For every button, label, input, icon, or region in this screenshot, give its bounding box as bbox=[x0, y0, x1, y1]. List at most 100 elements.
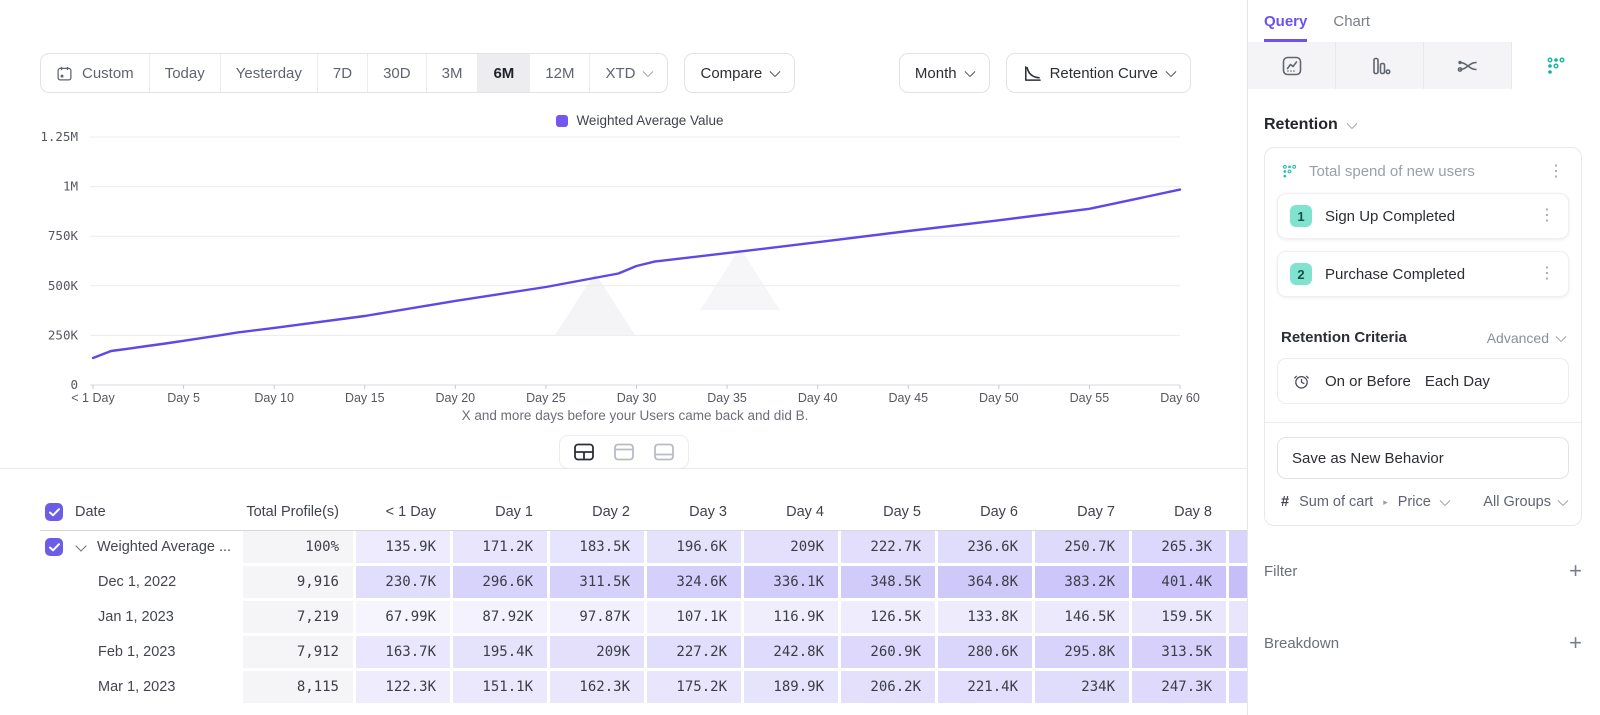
range-today[interactable]: Today bbox=[149, 54, 220, 92]
svg-text:0: 0 bbox=[70, 377, 78, 392]
range-6m[interactable]: 6M bbox=[477, 54, 529, 92]
flows-tab[interactable] bbox=[1424, 42, 1512, 89]
date-cell[interactable]: Weighted Average ... bbox=[40, 531, 240, 563]
calendar-icon bbox=[56, 65, 73, 82]
row-checkbox[interactable] bbox=[45, 538, 63, 556]
behavior-step-2[interactable]: 2Purchase Completed⋮ bbox=[1277, 251, 1569, 297]
chevron-down-icon bbox=[1346, 118, 1357, 129]
retention-value-cell: 209K bbox=[550, 636, 644, 668]
measure-property-dropdown[interactable]: # Sum of cart ▸ Price bbox=[1281, 494, 1449, 510]
save-as-new-behavior-button[interactable]: Save as New Behavior bbox=[1277, 437, 1569, 479]
svg-text:1M: 1M bbox=[63, 179, 78, 194]
retention-value-cell: 183.5K bbox=[550, 531, 644, 563]
add-filter-button[interactable]: + bbox=[1569, 560, 1582, 582]
tab-chart[interactable]: Chart bbox=[1333, 13, 1370, 42]
range-30d[interactable]: 30D bbox=[367, 54, 426, 92]
column-header: Day 4 bbox=[744, 494, 838, 530]
retention-value-cell: 227.2K bbox=[647, 636, 741, 668]
kebab-icon[interactable]: ⋮ bbox=[1536, 266, 1558, 282]
retention-curve-chart: 0250K500K750K1M1.25M< 1 DayDay 5Day 10Da… bbox=[10, 110, 1200, 430]
criteria-mode-label: Advanced bbox=[1487, 330, 1549, 346]
retention-value-cell: 162.3K bbox=[550, 671, 644, 703]
measure-label: Sum of cart bbox=[1299, 494, 1373, 510]
add-breakdown-button[interactable]: + bbox=[1569, 632, 1582, 654]
report-main-area: CustomTodayYesterday7D30D3M6M12MXTD Comp… bbox=[0, 0, 1247, 715]
date-cell[interactable]: Mar 1, 2023 bbox=[40, 671, 240, 703]
chart-type-button[interactable]: Retention Curve bbox=[1006, 53, 1191, 93]
tab-query[interactable]: Query bbox=[1264, 13, 1307, 42]
filter-section: Filter + bbox=[1264, 560, 1582, 582]
funnels-tab[interactable] bbox=[1336, 42, 1424, 89]
date-cell[interactable]: Feb 1, 2023 bbox=[40, 636, 240, 668]
kebab-icon[interactable]: ⋮ bbox=[1536, 208, 1558, 224]
criteria-period[interactable]: Each Day bbox=[1425, 373, 1490, 390]
svg-text:Day 35: Day 35 bbox=[707, 391, 747, 405]
layout-bottom-icon[interactable] bbox=[648, 439, 680, 465]
retention-tab[interactable] bbox=[1512, 42, 1600, 89]
behavior-title[interactable]: Total spend of new users bbox=[1309, 163, 1534, 180]
date-cell[interactable]: Jan 1, 2023 bbox=[40, 601, 240, 633]
criteria-row[interactable]: On or Before Each Day bbox=[1277, 358, 1569, 404]
breakdown-section: Breakdown + bbox=[1264, 632, 1582, 654]
chevron-down-icon[interactable] bbox=[75, 540, 86, 551]
chevron-down-icon bbox=[770, 66, 781, 77]
insights-tab[interactable] bbox=[1248, 42, 1336, 89]
retention-value-cell: 348.5K bbox=[841, 566, 935, 598]
row-checkbox[interactable] bbox=[45, 503, 63, 521]
total-profiles-cell: 9,916 bbox=[243, 566, 353, 598]
retention-value-cell: 221.4K bbox=[938, 671, 1032, 703]
behavior-step-1[interactable]: 1 Sign Up Completed ⋮ bbox=[1277, 193, 1569, 239]
retention-section-header[interactable]: Retention bbox=[1264, 116, 1582, 134]
range-3m[interactable]: 3M bbox=[426, 54, 478, 92]
total-profiles-cell: 8,115 bbox=[243, 671, 353, 703]
chevron-down-icon bbox=[1557, 495, 1568, 506]
step-label: Sign Up Completed bbox=[1325, 208, 1523, 225]
layout-top-icon[interactable] bbox=[608, 439, 640, 465]
svg-text:Day 45: Day 45 bbox=[888, 391, 928, 405]
granularity-button[interactable]: Month bbox=[899, 53, 990, 93]
clock-icon bbox=[1292, 372, 1311, 391]
kebab-icon[interactable]: ⋮ bbox=[1545, 164, 1567, 180]
criteria-condition[interactable]: On or Before bbox=[1325, 373, 1411, 390]
column-header: Day 6 bbox=[938, 494, 1032, 530]
weighted-average-line bbox=[93, 190, 1180, 358]
date-range-segmented-control: CustomTodayYesterday7D30D3M6M12MXTD bbox=[40, 53, 668, 93]
chevron-down-icon bbox=[1165, 66, 1176, 77]
retention-value-cell: 295.8K bbox=[1035, 636, 1129, 668]
svg-text:Day 5: Day 5 bbox=[167, 391, 200, 405]
compare-button[interactable]: Compare bbox=[684, 53, 795, 93]
date-cell[interactable]: Dec 1, 2022 bbox=[40, 566, 240, 598]
svg-text:X and more days before your Us: X and more days before your Users came b… bbox=[462, 408, 809, 423]
svg-text:< 1 Day: < 1 Day bbox=[71, 391, 115, 405]
retention-value-cell: 151.1K bbox=[453, 671, 547, 703]
breadcrumb-arrow-icon: ▸ bbox=[1383, 497, 1388, 508]
range-custom[interactable]: Custom bbox=[41, 54, 149, 92]
retention-value-cell-clipped bbox=[1229, 566, 1247, 598]
range-7d[interactable]: 7D bbox=[317, 54, 367, 92]
svg-text:1.25M: 1.25M bbox=[40, 129, 78, 144]
chevron-down-icon bbox=[1439, 495, 1450, 506]
group-dropdown[interactable]: All Groups bbox=[1483, 494, 1567, 510]
step-number-badge: 1 bbox=[1290, 205, 1312, 227]
retention-value-cell-clipped bbox=[1229, 531, 1247, 563]
range-xtd[interactable]: XTD bbox=[589, 54, 667, 92]
retention-icon bbox=[1545, 55, 1567, 77]
retention-value-cell: 163.7K bbox=[356, 636, 450, 668]
layout-split-icon[interactable] bbox=[568, 439, 600, 465]
retention-table: DateTotal Profile(s)< 1 DayDay 1Day 2Day… bbox=[40, 494, 1247, 706]
table-header-row: DateTotal Profile(s)< 1 DayDay 1Day 2Day… bbox=[40, 494, 1247, 531]
chevron-down-icon bbox=[1555, 330, 1566, 341]
retention-value-cell: 230.7K bbox=[356, 566, 450, 598]
total-profiles-cell: 7,219 bbox=[243, 601, 353, 633]
range-yesterday[interactable]: Yesterday bbox=[220, 54, 317, 92]
retention-value-cell: 126.5K bbox=[841, 601, 935, 633]
step-label: Purchase Completed bbox=[1325, 266, 1523, 283]
retention-value-cell: 242.8K bbox=[744, 636, 838, 668]
table-row: Weighted Average ...100%135.9K171.2K183.… bbox=[40, 531, 1247, 563]
total-profiles-cell: 7,912 bbox=[243, 636, 353, 668]
table-row: Dec 1, 20229,916230.7K296.6K311.5K324.6K… bbox=[40, 566, 1247, 598]
retention-value-cell: 222.7K bbox=[841, 531, 935, 563]
range-12m[interactable]: 12M bbox=[529, 54, 589, 92]
group-label: All Groups bbox=[1483, 494, 1551, 510]
criteria-mode-dropdown[interactable]: Advanced bbox=[1487, 330, 1565, 346]
